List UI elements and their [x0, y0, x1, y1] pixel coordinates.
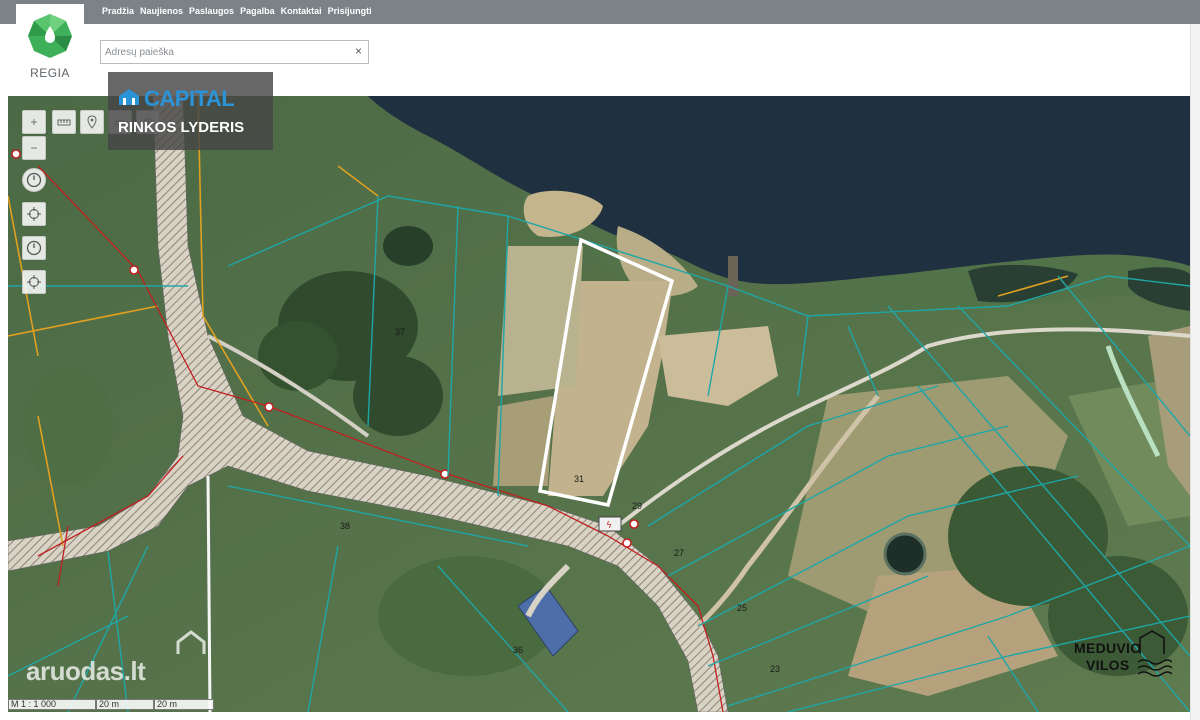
address-search-input[interactable] — [101, 41, 341, 63]
plot-label-23: 23 — [770, 664, 781, 674]
history-button[interactable] — [22, 168, 46, 192]
meduvio-line1: MEDUVIO — [1074, 640, 1142, 656]
regia-drop-logo-icon — [28, 14, 72, 58]
plot-label-31: 31 — [574, 474, 585, 484]
zoom-out-button[interactable]: − — [22, 136, 46, 160]
location-pin-icon — [87, 115, 97, 129]
scale-segment-2: 20 m — [154, 699, 214, 710]
logo-text: REGIA — [30, 66, 70, 80]
scale-segment-1: 20 m — [96, 699, 154, 710]
plot-label-27: 27 — [674, 548, 685, 558]
nav-prisijungti[interactable]: Prisijungti — [328, 6, 372, 16]
nav-pradzia[interactable]: Pradžia — [102, 6, 134, 16]
crosshair-icon — [27, 275, 41, 289]
time-layer-button[interactable] — [22, 236, 46, 260]
nav-kontaktai[interactable]: Kontaktai — [281, 6, 322, 16]
nav-paslaugos[interactable]: Paslaugos — [189, 6, 234, 16]
plot-label-37: 37 — [395, 327, 406, 337]
address-search: × — [100, 40, 369, 64]
plot-label-25: 25 — [737, 603, 748, 613]
meduvio-line2: VILOS — [1086, 657, 1130, 673]
regia-logo[interactable]: REGIA — [16, 4, 84, 84]
svg-text:ϟ: ϟ — [606, 521, 612, 531]
locate-me-button[interactable] — [22, 202, 46, 226]
aerial-map-layer: ϟ — [8, 96, 1190, 712]
aruodas-watermark: aruodas.lt — [26, 656, 146, 686]
plot-label-38: 38 — [340, 521, 351, 531]
crosshair-icon — [27, 207, 41, 221]
top-navigation-bar: Pradžia Naujienos Paslaugos Pagalba Kont… — [0, 0, 1200, 24]
ruler-icon — [57, 119, 71, 126]
map-scale-ratio: M 1 : 1 000 — [8, 699, 96, 710]
clock-icon — [26, 240, 42, 256]
capital-banner[interactable]: CAPITAL RINKOS LYDERIS — [108, 72, 273, 150]
clock-icon — [26, 172, 42, 188]
location-button[interactable] — [80, 110, 104, 134]
target-button[interactable] — [22, 270, 46, 294]
right-scroll-edge — [1190, 24, 1200, 720]
zoom-in-icon: + — [30, 115, 38, 129]
plot-label-29: 29 — [632, 501, 643, 511]
cadastral-map[interactable]: ϟ + − ▭ ◎ 37 31 29 27 25 23 38 36 M 1 : … — [8, 96, 1190, 712]
nav-pagalba[interactable]: Pagalba — [240, 6, 275, 16]
aruodas-house-icon — [176, 630, 206, 654]
nav-naujienos[interactable]: Naujienos — [140, 6, 183, 16]
zoom-in-button[interactable]: + — [22, 110, 46, 134]
capital-brand: CAPITAL — [144, 86, 235, 111]
meduvio-vilos-watermark: MEDUVIO VILOS — [1074, 640, 1141, 674]
meduvio-house-icon — [1137, 630, 1172, 677]
main-nav: Pradžia Naujienos Paslaugos Pagalba Kont… — [102, 6, 372, 16]
clear-icon[interactable]: × — [355, 44, 362, 58]
zoom-out-icon: − — [30, 141, 38, 155]
measure-button[interactable] — [52, 110, 76, 134]
plot-label-36: 36 — [513, 645, 524, 655]
capital-house-logo-icon — [119, 89, 139, 105]
capital-slogan: RINKOS LYDERIS — [118, 119, 245, 136]
